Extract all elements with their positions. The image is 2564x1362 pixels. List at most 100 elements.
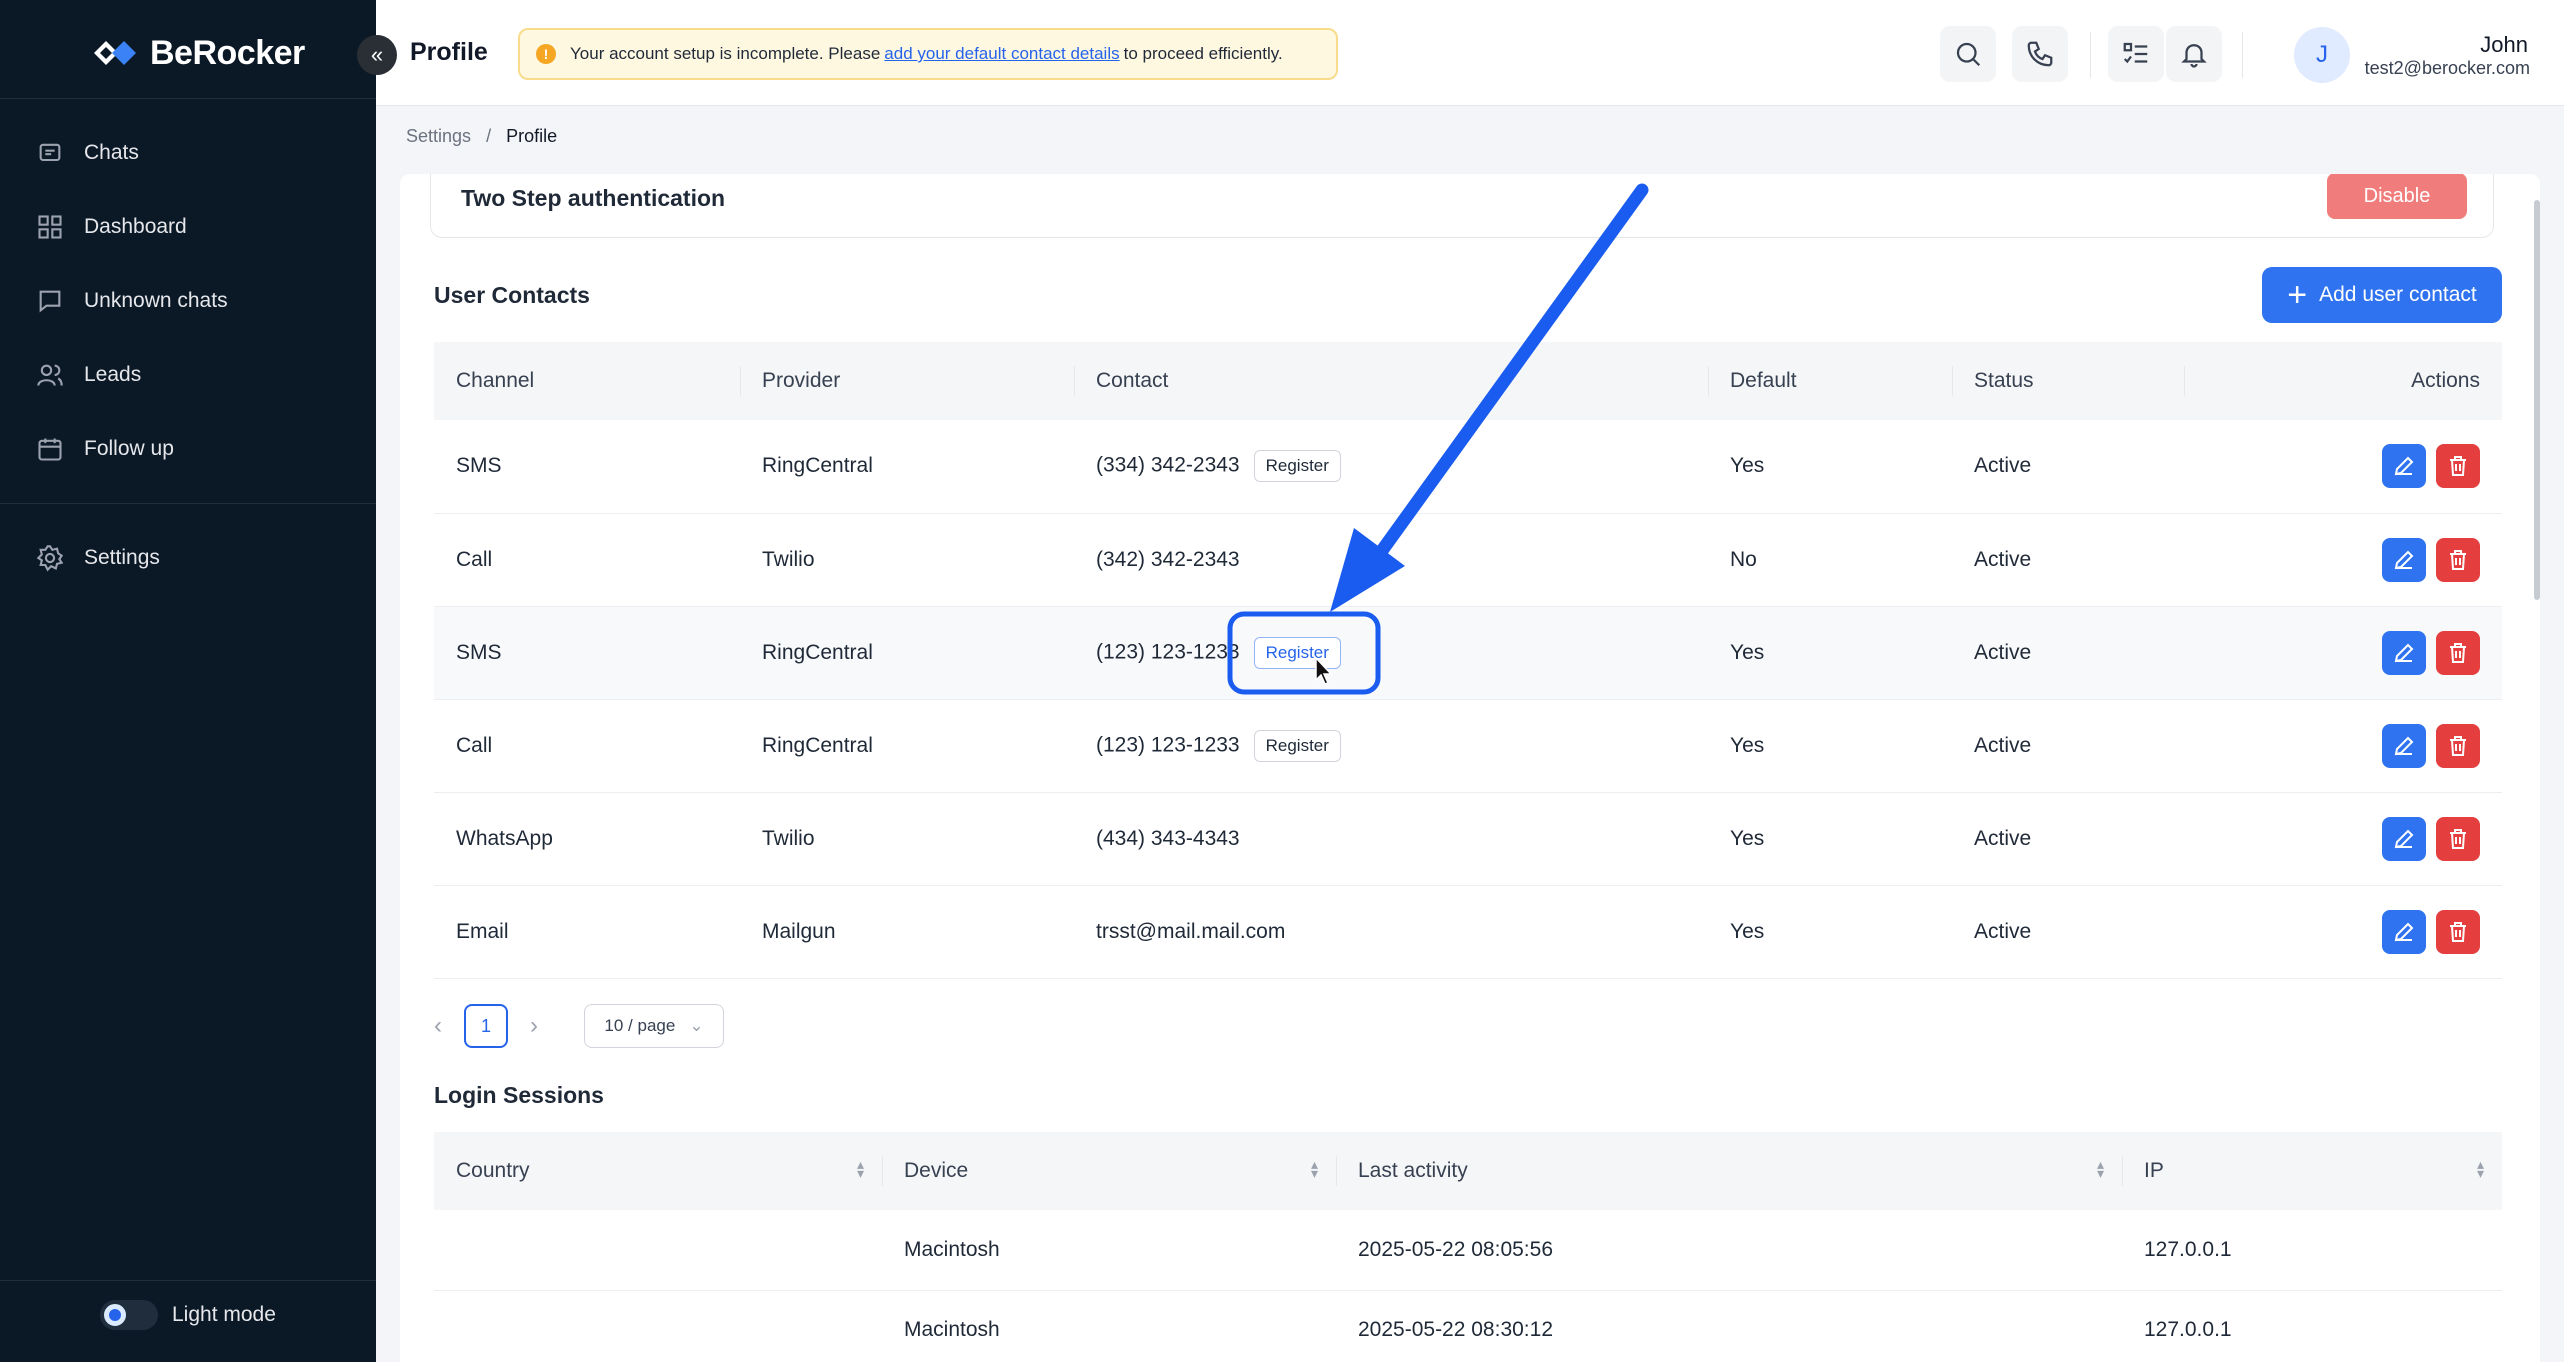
actions-cell: [2184, 792, 2502, 886]
edit-button[interactable]: [2382, 537, 2426, 582]
collapse-sidebar-button[interactable]: «: [357, 35, 397, 75]
contact-cell: (342) 342-2343: [1074, 513, 1708, 607]
channel-cell: Call: [434, 699, 740, 793]
register-button[interactable]: Register: [1253, 450, 1341, 483]
register-button[interactable]: Register: [1253, 636, 1341, 669]
sidebar-item-settings[interactable]: Settings: [36, 538, 160, 578]
edit-button[interactable]: [2382, 909, 2426, 954]
contact-value: (434) 343-4343: [1096, 826, 1240, 850]
column-header-country[interactable]: Country ▴ ▾: [434, 1132, 882, 1210]
breadcrumb-separator: /: [486, 126, 492, 146]
actions-cell: [2184, 513, 2502, 607]
default-cell: Yes: [1708, 699, 1952, 793]
column-header-ip[interactable]: IP ▴ ▾: [2122, 1132, 2502, 1210]
berocker-logo-icon: [94, 41, 136, 65]
alert-text-end: to proceed efficiently.: [1123, 44, 1283, 63]
register-button[interactable]: Register: [1253, 729, 1341, 762]
contact-cell: (334) 342-2343 Register: [1074, 420, 1708, 514]
chat-icon: [39, 143, 61, 162]
trash-icon: [2450, 456, 2466, 477]
ip-cell: 127.0.0.1: [2122, 1210, 2502, 1291]
contact-cell: (123) 123-1233 Register: [1074, 606, 1708, 700]
contact-value: (123) 123-1233: [1096, 640, 1240, 664]
provider-cell: Mailgun: [740, 885, 1074, 979]
light-mode-toggle[interactable]: Light mode: [100, 1300, 276, 1330]
page-number-button[interactable]: 1: [464, 1004, 508, 1048]
profile-content: Two Step authentication Disable User Con…: [400, 174, 2540, 1362]
scrollbar[interactable]: [2534, 200, 2540, 600]
gear-icon: [36, 545, 64, 572]
pencil-icon: [2394, 829, 2414, 848]
pagination: ‹ 1 › 10 / page ⌄: [434, 1004, 724, 1048]
toggle-switch[interactable]: [100, 1300, 158, 1330]
sidebar-item-leads[interactable]: Leads: [36, 355, 141, 395]
page-title: Profile: [410, 38, 488, 66]
page-size-select[interactable]: 10 / page ⌄: [584, 1004, 724, 1048]
delete-button[interactable]: [2436, 444, 2480, 489]
brand-logo[interactable]: BeRocker: [90, 30, 305, 76]
search-button[interactable]: [1940, 26, 1996, 82]
edit-button[interactable]: [2382, 723, 2426, 768]
column-header: Status: [1952, 342, 2184, 420]
edit-button[interactable]: [2382, 630, 2426, 675]
chevrons-left-icon: «: [370, 42, 384, 67]
actions-cell: [2184, 606, 2502, 700]
add-user-contact-button[interactable]: + Add user contact: [2262, 267, 2502, 323]
add-contact-details-link[interactable]: add your default contact details: [884, 44, 1119, 64]
users-icon: [37, 364, 63, 386]
sidebar-item-chats[interactable]: Chats: [36, 133, 139, 173]
sidebar-item-dashboard[interactable]: Dashboard: [36, 207, 187, 247]
provider-cell: Twilio: [740, 792, 1074, 886]
contact-cell: (123) 123-1233 Register: [1074, 699, 1708, 793]
avatar[interactable]: J: [2294, 27, 2350, 83]
disable-two-step-button[interactable]: Disable: [2327, 174, 2467, 219]
sidebar-item-follow-up[interactable]: Follow up: [36, 429, 174, 469]
channel-cell: Call: [434, 513, 740, 607]
prev-page-button[interactable]: ‹: [434, 1012, 442, 1040]
table-header-row: Channel Provider Contact Default Status …: [434, 342, 2502, 420]
pencil-icon: [2394, 922, 2414, 941]
message-square-icon: [39, 290, 61, 313]
pencil-icon: [2394, 550, 2414, 569]
delete-button[interactable]: [2436, 816, 2480, 861]
phone-button[interactable]: [2012, 26, 2068, 82]
provider-cell: RingCentral: [740, 699, 1074, 793]
delete-button[interactable]: [2436, 723, 2480, 768]
notifications-button[interactable]: [2166, 26, 2222, 82]
table-row: Call RingCentral (123) 123-1233 Register Yes…: [434, 699, 2502, 793]
dashboard-icon: [38, 215, 62, 239]
last-activity-cell: 2025-05-22 08:05:56: [1336, 1210, 2122, 1291]
sidebar-item-unknown-chats[interactable]: Unknown chats: [36, 281, 228, 321]
breadcrumb-settings[interactable]: Settings: [406, 126, 471, 146]
sidebar-divider: [0, 98, 376, 99]
channel-cell: Email: [434, 885, 740, 979]
sort-icon: ▴ ▾: [2476, 1156, 2484, 1181]
user-name[interactable]: John: [2480, 32, 2528, 58]
sidebar: BeRocker Chats Dashboard Unknown chats L…: [0, 0, 376, 1362]
tasks-button[interactable]: [2108, 26, 2164, 82]
column-header: Default: [1708, 342, 1952, 420]
delete-button[interactable]: [2436, 537, 2480, 582]
default-cell: Yes: [1708, 792, 1952, 886]
contact-cell: (434) 343-4343: [1074, 792, 1708, 886]
sort-icon: ▴ ▾: [1310, 1156, 1318, 1181]
delete-button[interactable]: [2436, 630, 2480, 675]
default-cell: Yes: [1708, 420, 1952, 514]
column-header-last-activity[interactable]: Last activity ▴ ▾: [1336, 1132, 2122, 1210]
delete-button[interactable]: [2436, 909, 2480, 954]
edit-button[interactable]: [2382, 444, 2426, 489]
next-page-button[interactable]: ›: [530, 1012, 538, 1040]
alert-text: Your account setup is incomplete. Please: [570, 44, 881, 63]
provider-cell: RingCentral: [740, 606, 1074, 700]
column-header: Contact: [1074, 342, 1708, 420]
table-row: Macintosh 2025-05-22 08:30:12 127.0.0.1: [434, 1290, 2502, 1362]
column-header: Channel: [434, 342, 740, 420]
user-email: test2@berocker.com: [2364, 58, 2530, 78]
channel-cell: WhatsApp: [434, 792, 740, 886]
edit-button[interactable]: [2382, 816, 2426, 861]
column-header-device[interactable]: Device ▴ ▾: [882, 1132, 1336, 1210]
sidebar-item-label: Leads: [84, 363, 142, 386]
contact-value: (334) 342-2343: [1096, 453, 1240, 477]
device-cell: Macintosh: [882, 1290, 1336, 1362]
sidebar-item-label: Follow up: [84, 437, 174, 460]
